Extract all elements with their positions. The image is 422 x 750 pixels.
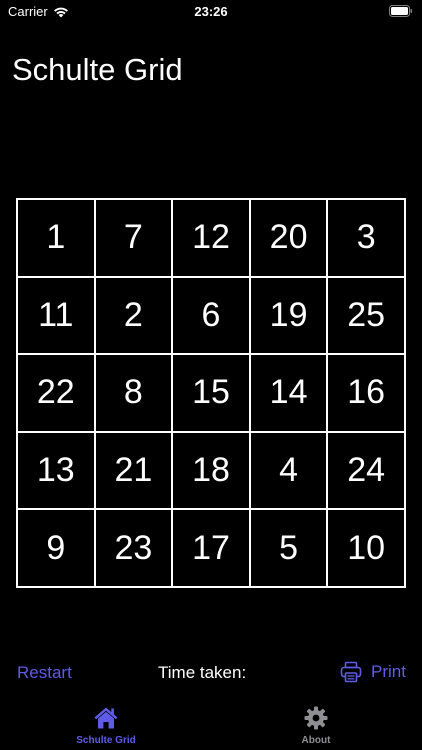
tab-bar: Schulte Grid About xyxy=(0,700,422,750)
time-taken-label: Time taken: xyxy=(158,663,247,682)
tab-label-about: About xyxy=(301,735,331,746)
grid-cell[interactable]: 6 xyxy=(172,276,250,355)
grid-cell[interactable]: 13 xyxy=(17,431,95,510)
tab-schulte-grid[interactable]: Schulte Grid xyxy=(56,705,156,746)
house-icon xyxy=(94,707,118,729)
print-label: Print xyxy=(371,662,406,681)
grid-cell[interactable]: 7 xyxy=(94,199,173,277)
schulte-grid: 1 7 12 20 3 11 2 6 19 25 22 8 15 14 16 13 21 18 4 24 9 23 17 5 1… xyxy=(16,198,406,588)
printer-icon xyxy=(340,661,362,683)
grid-cell[interactable]: 15 xyxy=(172,354,250,432)
grid-cell[interactable]: 11 xyxy=(17,276,95,355)
grid-cell[interactable]: 12 xyxy=(172,199,250,277)
grid-cell[interactable]: 9 xyxy=(17,509,95,587)
grid-cell[interactable]: 3 xyxy=(327,199,405,277)
gear-icon xyxy=(304,706,328,730)
restart-button[interactable]: Restart xyxy=(17,663,72,683)
grid-cell[interactable]: 19 xyxy=(249,276,328,355)
grid-cell[interactable]: 10 xyxy=(327,509,405,587)
grid-cell[interactable]: 17 xyxy=(172,509,250,587)
grid-cell[interactable]: 2 xyxy=(94,276,173,355)
grid-cell[interactable]: 1 xyxy=(17,199,95,277)
grid-cell[interactable]: 20 xyxy=(249,199,328,277)
grid-cell[interactable]: 24 xyxy=(327,431,405,510)
battery-icon xyxy=(389,5,413,17)
grid-cell[interactable]: 25 xyxy=(327,276,405,355)
grid-cell[interactable]: 23 xyxy=(94,509,173,587)
control-bar: Restart Time taken: Print xyxy=(0,655,422,691)
tab-label-schulte-grid: Schulte Grid xyxy=(76,735,136,746)
grid-cell[interactable]: 4 xyxy=(249,431,328,510)
grid-cell[interactable]: 18 xyxy=(172,431,250,510)
tab-about[interactable]: About xyxy=(266,705,366,746)
grid-cell[interactable]: 16 xyxy=(327,354,405,432)
grid-cell[interactable]: 21 xyxy=(94,431,173,510)
grid-cell[interactable]: 8 xyxy=(94,354,173,432)
status-time: 23:26 xyxy=(194,4,228,19)
status-bar: Carrier 23:26 xyxy=(0,0,422,24)
grid-cell[interactable]: 22 xyxy=(17,354,95,432)
grid-cell[interactable]: 5 xyxy=(249,509,328,587)
print-button[interactable]: Print xyxy=(340,661,406,683)
grid-cell[interactable]: 14 xyxy=(249,354,328,432)
page-title: Schulte Grid xyxy=(12,52,183,87)
